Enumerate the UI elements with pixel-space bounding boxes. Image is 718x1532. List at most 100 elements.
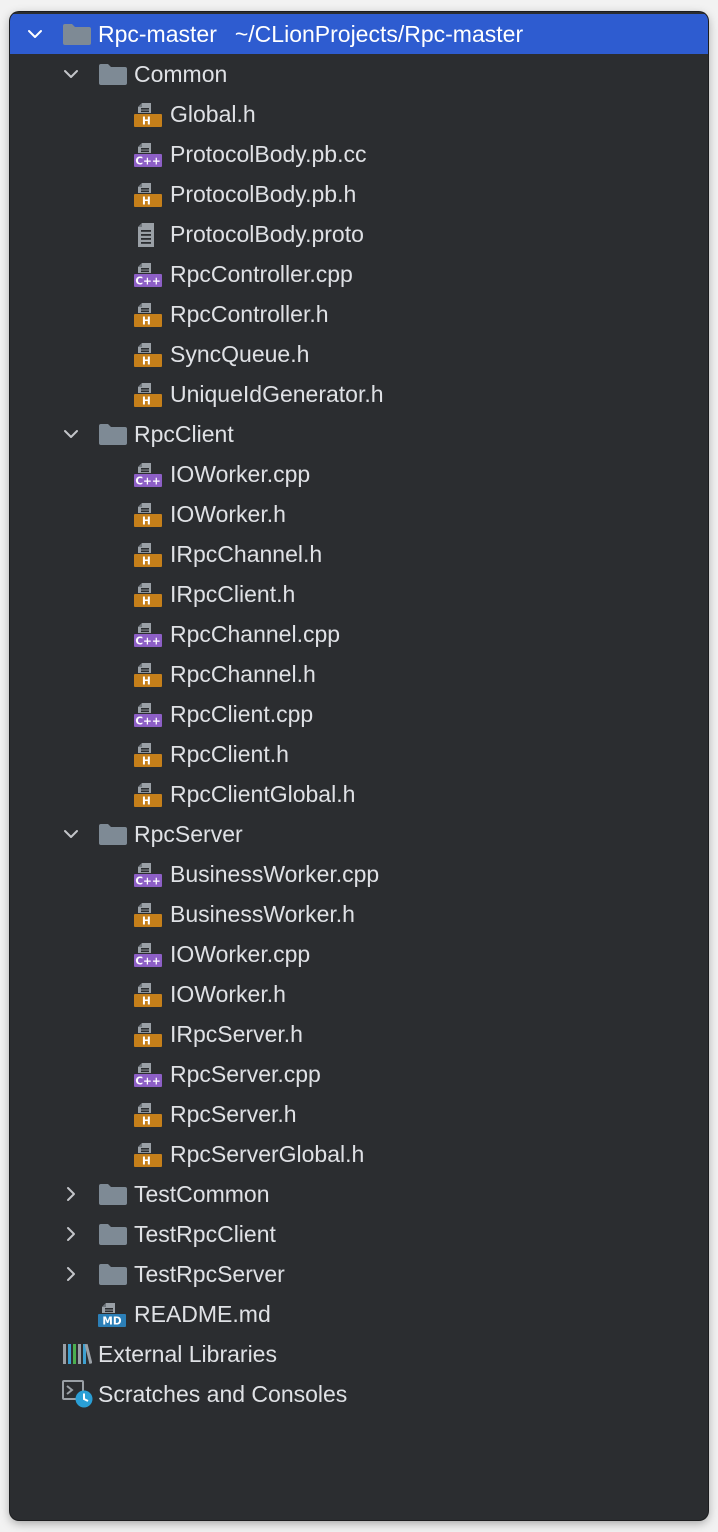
tree-file-row[interactable]: H RpcServerGlobal.h bbox=[10, 1134, 708, 1174]
tree-file-row[interactable]: C++ BusinessWorker.cpp bbox=[10, 854, 708, 894]
chevron-down-icon[interactable] bbox=[60, 414, 82, 454]
tree-folder-row[interactable]: TestCommon bbox=[10, 1174, 708, 1214]
tree-file-row[interactable]: C++ IOWorker.cpp bbox=[10, 454, 708, 494]
tree-file-row[interactable]: H IRpcClient.h bbox=[10, 574, 708, 614]
tree-folder-row[interactable]: RpcClient bbox=[10, 414, 708, 454]
tree-file-row[interactable]: H RpcController.h bbox=[10, 294, 708, 334]
tree-folder-row[interactable]: RpcServer bbox=[10, 814, 708, 854]
chevron-right-icon[interactable] bbox=[60, 1254, 82, 1294]
svg-text:H: H bbox=[142, 356, 151, 368]
svg-text:H: H bbox=[142, 1116, 151, 1128]
cpp-file-icon: C++ bbox=[134, 942, 162, 968]
tree-file-row[interactable]: C++ RpcServer.cpp bbox=[10, 1054, 708, 1094]
chevron-down-icon[interactable] bbox=[60, 814, 82, 854]
tree-file-row[interactable]: External Libraries bbox=[10, 1334, 708, 1374]
tree-item-label: BusinessWorker.h bbox=[170, 901, 355, 927]
tree-folder-row[interactable]: Rpc-master ~/CLionProjects/Rpc-master bbox=[10, 14, 708, 54]
tree-file-row[interactable]: H IRpcChannel.h bbox=[10, 534, 708, 574]
svg-text:H: H bbox=[142, 1036, 151, 1048]
tree-file-row[interactable]: C++ RpcChannel.cpp bbox=[10, 614, 708, 654]
tree-item-label: RpcClient.cpp bbox=[170, 701, 314, 727]
tree-file-row[interactable]: H RpcServer.h bbox=[10, 1094, 708, 1134]
tree-file-row[interactable]: H IOWorker.h bbox=[10, 974, 708, 1014]
tree-file-row[interactable]: ProtocolBody.proto bbox=[10, 214, 708, 254]
tree-item-label: UniqueIdGenerator.h bbox=[170, 381, 384, 407]
tree-file-row[interactable]: MD README.md bbox=[10, 1294, 708, 1334]
svg-text:H: H bbox=[142, 516, 151, 528]
tree-item-label: IOWorker.cpp bbox=[170, 941, 311, 967]
svg-text:C++: C++ bbox=[135, 276, 160, 288]
tree-file-row[interactable]: C++ ProtocolBody.pb.cc bbox=[10, 134, 708, 174]
chevron-down-icon[interactable] bbox=[60, 54, 82, 94]
tree-item-label: IOWorker.cpp bbox=[170, 461, 311, 487]
tree-file-row[interactable]: H ProtocolBody.pb.h bbox=[10, 174, 708, 214]
cpp-file-icon: C++ bbox=[134, 702, 162, 728]
tree-file-row[interactable]: H UniqueIdGenerator.h bbox=[10, 374, 708, 414]
tree-item-label: IRpcChannel.h bbox=[170, 541, 323, 567]
tree-folder-row[interactable]: TestRpcClient bbox=[10, 1214, 708, 1254]
tree-file-row[interactable]: C++ IOWorker.cpp bbox=[10, 934, 708, 974]
tree-item-label: RpcClient bbox=[134, 421, 234, 447]
header-file-icon: H bbox=[134, 542, 162, 568]
svg-text:H: H bbox=[142, 676, 151, 688]
markdown-file-icon: MD bbox=[98, 1302, 126, 1328]
svg-text:H: H bbox=[142, 916, 151, 928]
tree-item-label: RpcController.cpp bbox=[170, 261, 353, 287]
tree-item-label: RpcServerGlobal.h bbox=[170, 1141, 365, 1167]
tree-item-label: Common bbox=[134, 61, 228, 87]
tree-folder-row[interactable]: TestRpcServer bbox=[10, 1254, 708, 1294]
tree-file-row[interactable]: H SyncQueue.h bbox=[10, 334, 708, 374]
tree-item-label: RpcServer.cpp bbox=[170, 1061, 321, 1087]
header-file-icon: H bbox=[134, 342, 162, 368]
chevron-down-icon[interactable] bbox=[24, 14, 46, 54]
tree-item-label: IOWorker.h bbox=[170, 981, 286, 1007]
tree-file-row[interactable]: H IRpcServer.h bbox=[10, 1014, 708, 1054]
tree-file-row[interactable]: Scratches and Consoles bbox=[10, 1374, 708, 1414]
svg-text:H: H bbox=[142, 396, 151, 408]
tree-file-row[interactable]: H RpcClientGlobal.h bbox=[10, 774, 708, 814]
svg-text:H: H bbox=[142, 596, 151, 608]
svg-text:H: H bbox=[142, 116, 151, 128]
svg-text:H: H bbox=[142, 316, 151, 328]
tree-item-label: External Libraries bbox=[98, 1341, 277, 1367]
svg-text:C++: C++ bbox=[135, 1076, 160, 1088]
chevron-right-icon[interactable] bbox=[60, 1174, 82, 1214]
svg-text:H: H bbox=[142, 796, 151, 808]
tree-item-label: README.md bbox=[134, 1301, 271, 1327]
cpp-file-icon: C++ bbox=[134, 142, 162, 168]
tree-file-row[interactable]: H BusinessWorker.h bbox=[10, 894, 708, 934]
header-file-icon: H bbox=[134, 982, 162, 1008]
tree-file-row[interactable]: H RpcClient.h bbox=[10, 734, 708, 774]
header-file-icon: H bbox=[134, 302, 162, 328]
header-file-icon: H bbox=[134, 742, 162, 768]
tree-folder-row[interactable]: Common bbox=[10, 54, 708, 94]
tree-item-label: ProtocolBody.pb.cc bbox=[170, 141, 367, 167]
cpp-file-icon: C++ bbox=[134, 462, 162, 488]
tree-item-label: RpcClientGlobal.h bbox=[170, 781, 356, 807]
cpp-file-icon: C++ bbox=[134, 262, 162, 288]
tree-file-row[interactable]: H IOWorker.h bbox=[10, 494, 708, 534]
header-file-icon: H bbox=[134, 1102, 162, 1128]
header-file-icon: H bbox=[134, 1022, 162, 1048]
folder-icon bbox=[62, 22, 91, 46]
tree-item-label: ProtocolBody.pb.h bbox=[170, 181, 357, 207]
tree-file-row[interactable]: C++ RpcClient.cpp bbox=[10, 694, 708, 734]
folder-icon bbox=[98, 1222, 127, 1246]
tree-file-row[interactable]: H RpcChannel.h bbox=[10, 654, 708, 694]
tree-item-label: TestCommon bbox=[134, 1181, 270, 1207]
project-tool-window: Rpc-master ~/CLionProjects/Rpc-master Comm… bbox=[10, 12, 708, 1520]
external-libraries-icon bbox=[62, 1342, 92, 1366]
tree-file-row[interactable]: H Global.h bbox=[10, 94, 708, 134]
header-file-icon: H bbox=[134, 102, 162, 128]
tree-item-label: BusinessWorker.cpp bbox=[170, 861, 380, 887]
header-file-icon: H bbox=[134, 782, 162, 808]
header-file-icon: H bbox=[134, 182, 162, 208]
svg-text:C++: C++ bbox=[135, 476, 160, 488]
tree-file-row[interactable]: C++ RpcController.cpp bbox=[10, 254, 708, 294]
svg-text:H: H bbox=[142, 756, 151, 768]
cpp-file-icon: C++ bbox=[134, 1062, 162, 1088]
tree-item-label: RpcServer.h bbox=[170, 1101, 297, 1127]
chevron-right-icon[interactable] bbox=[60, 1214, 82, 1254]
tree-item-label: TestRpcServer bbox=[134, 1261, 285, 1287]
tree-item-label: IRpcClient.h bbox=[170, 581, 296, 607]
